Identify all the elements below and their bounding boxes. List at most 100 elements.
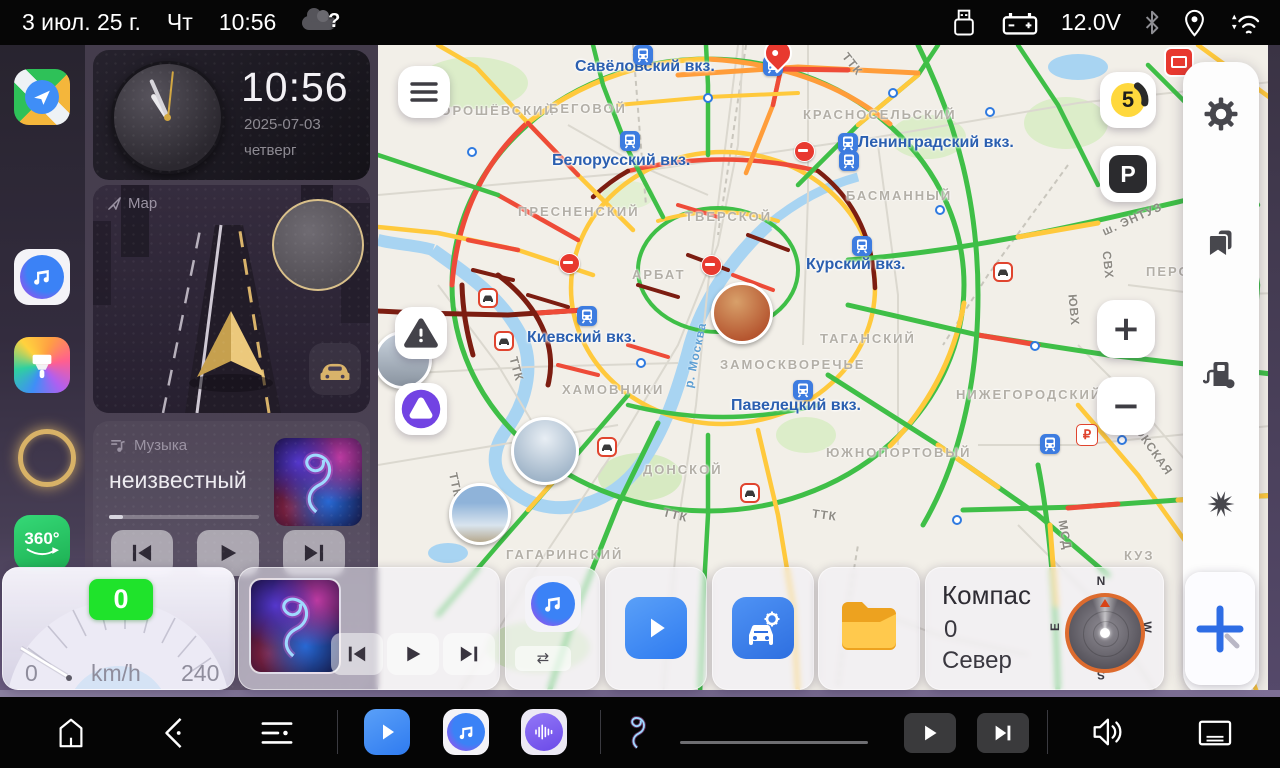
folder-icon [838, 600, 900, 656]
road-event-icon[interactable] [597, 437, 617, 457]
video-app-shortcut[interactable] [625, 597, 687, 659]
zoom-in-button[interactable]: + [1097, 300, 1155, 358]
road-event-icon[interactable] [740, 483, 760, 503]
dock-play-button[interactable] [387, 633, 439, 675]
next-icon [303, 543, 325, 563]
play-icon [375, 720, 399, 744]
road-event-icon[interactable] [993, 262, 1013, 282]
train-station-icon[interactable] [793, 380, 813, 400]
speedometer-widget[interactable]: 0 0 km/h 240 [2, 567, 235, 690]
nav-arrow-icon [107, 196, 122, 211]
vehicle-button[interactable] [309, 343, 361, 395]
location-icon[interactable] [1183, 9, 1206, 37]
dock-prev-button[interactable] [331, 633, 383, 675]
digital-time: 10:56 [241, 64, 349, 111]
poi-photo-stadium[interactable] [511, 417, 579, 485]
weather-icon[interactable]: ? [302, 8, 342, 38]
music-source-card[interactable]: ⇄ [505, 567, 600, 690]
traffic-score-button[interactable]: 5 [1100, 72, 1156, 128]
home-button[interactable] [52, 714, 90, 752]
display-button[interactable] [1194, 714, 1236, 752]
add-widget-card[interactable] [1185, 572, 1255, 685]
paid-parking-icon[interactable]: ₽ [1076, 424, 1098, 446]
status-left: 3 июл. 25 г. Чт 10:56 ? [22, 8, 342, 38]
train-station-icon[interactable] [852, 236, 872, 256]
dock-next-button[interactable] [443, 633, 495, 675]
wifi-icon[interactable] [1228, 9, 1262, 37]
music-app[interactable] [14, 249, 70, 305]
media-play-button[interactable] [904, 713, 956, 753]
video-app-shortcut[interactable] [364, 709, 410, 755]
back-button[interactable] [155, 714, 193, 752]
alisa-assistant-button[interactable] [395, 383, 447, 435]
navigation-arrow-icon [25, 80, 59, 114]
map-widget[interactable]: Map [93, 185, 370, 413]
settings-button[interactable] [1197, 90, 1245, 138]
spark-icon [1203, 482, 1239, 526]
track-progress[interactable] [109, 515, 259, 519]
video-app-card[interactable] [605, 567, 707, 690]
music-widget-title-row: Музыка [109, 437, 187, 454]
ring-app[interactable] [18, 429, 76, 487]
music-note-icon [531, 582, 575, 626]
navigator-app[interactable] [14, 69, 70, 125]
bookmarks-button[interactable] [1197, 220, 1245, 268]
speed-readout: 0 [89, 579, 153, 620]
bluetooth-icon[interactable] [1143, 9, 1161, 36]
compass-widget[interactable]: Компас 0 Север N W S E [925, 567, 1164, 690]
gauge-min: 0 [25, 660, 38, 687]
road-event-icon[interactable] [494, 331, 514, 351]
audio-source-switch[interactable]: ⇄ [515, 646, 571, 671]
poi-photo-kremlin[interactable] [711, 282, 773, 344]
beacon-button[interactable] [1197, 480, 1245, 528]
status-right: 12.0V [949, 8, 1262, 38]
compass-n: N [1094, 574, 1108, 588]
road-event-icon[interactable] [478, 288, 498, 308]
minus-icon: − [1112, 389, 1141, 423]
car-settings-card[interactable] [712, 567, 814, 690]
music-dock-bar[interactable] [238, 567, 500, 690]
music-app-shortcut[interactable] [443, 709, 489, 755]
volume-button[interactable] [1086, 712, 1126, 752]
no-entry-icon[interactable] [794, 141, 815, 162]
weather-unknown-badge: ? [328, 10, 340, 33]
panel-edge [0, 690, 1280, 697]
clock-widget[interactable]: 10:56 2025-07-03 четверг [93, 50, 370, 180]
alisa-icon [399, 387, 443, 431]
train-station-icon[interactable] [633, 45, 653, 65]
train-station-icon[interactable] [577, 306, 597, 326]
parking-button[interactable]: P [1100, 146, 1156, 202]
train-station-icon[interactable] [839, 151, 859, 171]
train-station-icon[interactable] [620, 131, 640, 151]
gear-icon [1203, 92, 1239, 136]
train-station-icon[interactable] [838, 133, 858, 153]
status-bar: 3 июл. 25 г. Чт 10:56 ? 12.0V [0, 0, 1280, 45]
file-manager-shortcut[interactable] [838, 600, 900, 656]
music-app-shortcut[interactable] [525, 576, 581, 632]
report-event-button[interactable] [395, 307, 447, 359]
theme-app[interactable] [14, 337, 70, 393]
analog-clock [111, 61, 224, 174]
no-entry-icon[interactable] [559, 253, 580, 274]
fuel-button[interactable] [1197, 350, 1245, 398]
media-next-button[interactable] [977, 713, 1029, 753]
compass-title: Компас [942, 580, 1031, 611]
map-menu-button[interactable] [398, 66, 450, 118]
car-settings-shortcut[interactable] [732, 597, 794, 659]
camera-360-label: 360° [24, 530, 59, 547]
paint-brush-icon [27, 350, 57, 380]
media-progress[interactable] [680, 741, 868, 744]
compass-direction: Север [942, 647, 1012, 675]
now-playing-thumbnail[interactable] [615, 709, 661, 755]
camera-360-app[interactable]: 360° [14, 515, 70, 571]
voice-app-shortcut[interactable] [521, 709, 567, 755]
train-station-icon[interactable] [1040, 434, 1060, 454]
recents-icon [259, 717, 295, 749]
dock: 0 0 km/h 240 ⇄ [0, 565, 1280, 690]
recents-button[interactable] [258, 714, 296, 752]
file-manager-card[interactable] [818, 567, 920, 690]
no-entry-icon[interactable] [701, 255, 722, 276]
zoom-out-button[interactable]: − [1097, 377, 1155, 435]
poi-photo-university[interactable] [449, 483, 511, 545]
status-date: 3 июл. 25 г. [22, 9, 141, 36]
